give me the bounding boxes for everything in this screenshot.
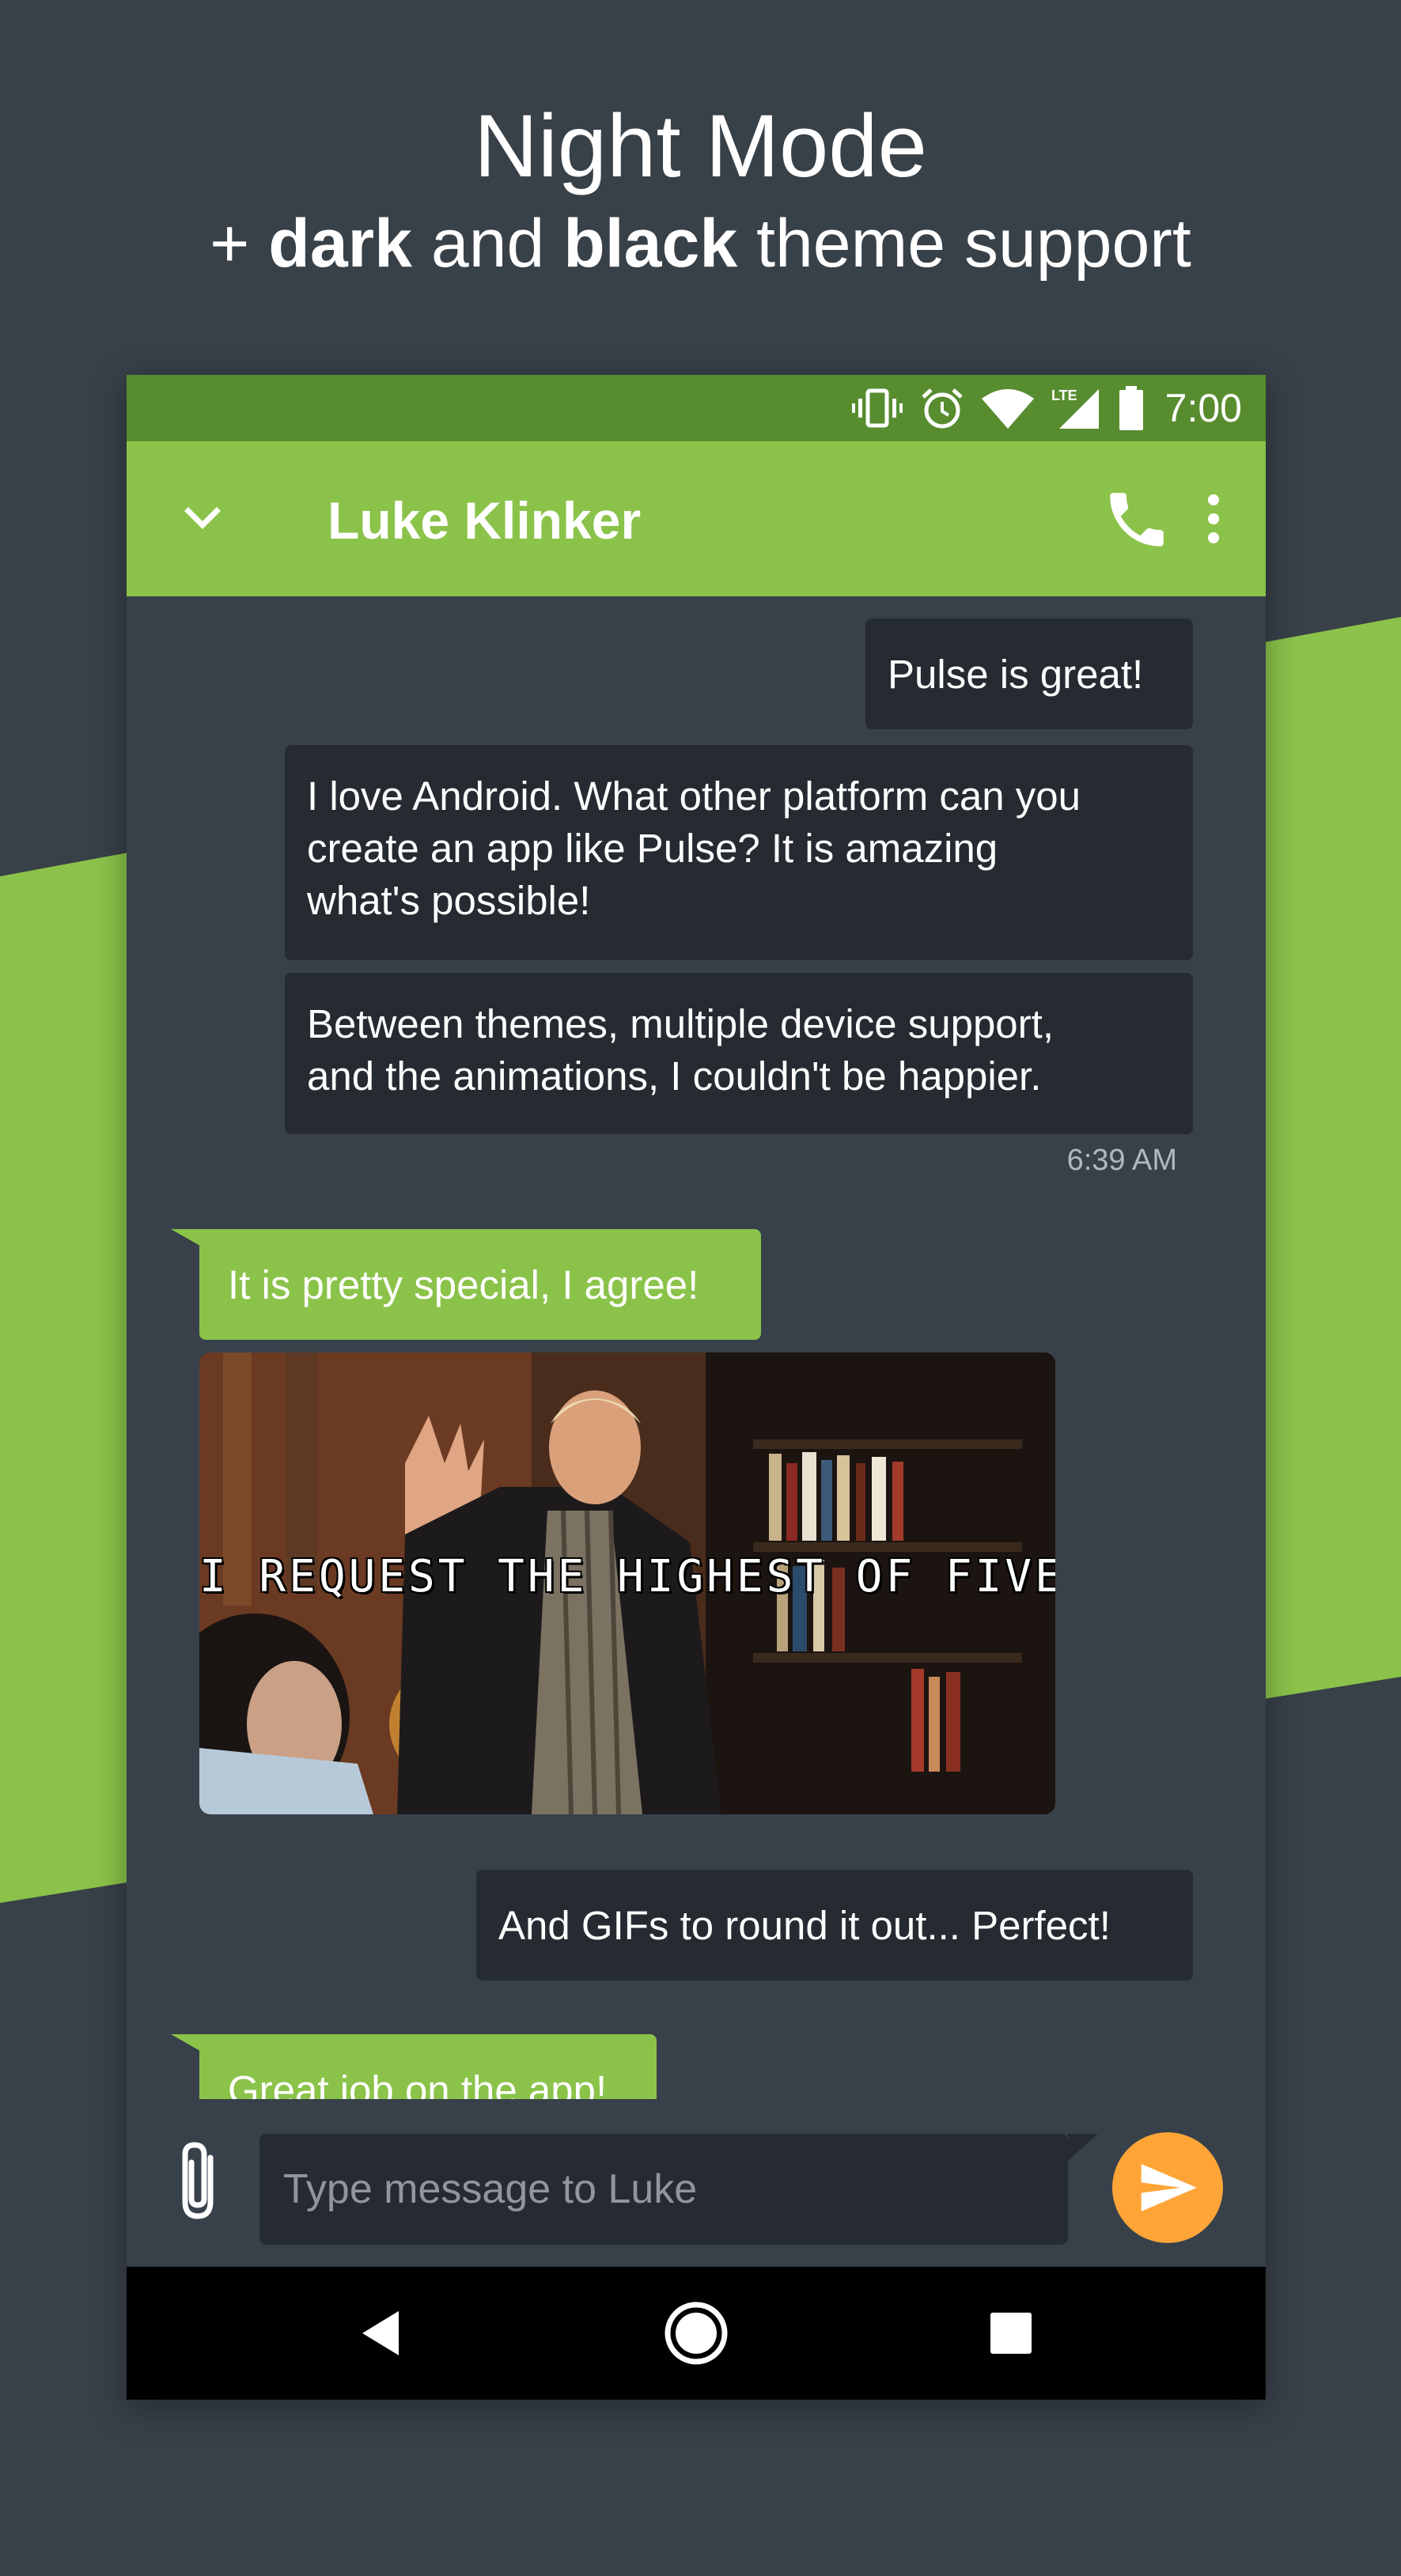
battery-icon — [1118, 386, 1145, 430]
message-line: and the animations, I couldn't be happie… — [307, 1053, 1042, 1099]
svg-text:LTE: LTE — [1051, 388, 1077, 403]
message-bubble-sent[interactable]: And GIFs to round it out... Perfect! — [476, 1870, 1193, 1980]
phone-icon[interactable] — [1101, 484, 1172, 555]
recents-icon[interactable] — [971, 2294, 1051, 2373]
send-button[interactable] — [1112, 2132, 1223, 2243]
lte-signal-icon: LTE — [1051, 386, 1100, 430]
message-text: Great job on the app! — [228, 2067, 608, 2099]
vibrate-icon — [851, 386, 903, 430]
status-time: 7:00 — [1164, 386, 1242, 430]
phone-screen: LTE 7:00 Luke Klinker Pulse is great! I … — [127, 375, 1266, 2400]
message-bubble-received[interactable]: It is pretty special, I agree! — [199, 1229, 761, 1340]
promo-subtitle: + dark and black theme support — [210, 206, 1191, 282]
chevron-down-icon[interactable] — [171, 487, 234, 550]
message-line: I love Android. What other platform can … — [307, 774, 1081, 819]
message-list[interactable]: Pulse is great! I love Android. What oth… — [127, 596, 1266, 2099]
wifi-icon — [981, 388, 1034, 429]
message-input-wrapper — [259, 2134, 1098, 2245]
message-text: Pulse is great! — [888, 652, 1144, 697]
conversation-toolbar: Luke Klinker — [127, 441, 1266, 596]
message-text: And GIFs to round it out... Perfect! — [498, 1903, 1111, 1948]
gif-message[interactable]: I REQUEST THE HIGHEST OF FIVES — [199, 1352, 1055, 1814]
paperclip-icon[interactable] — [165, 2139, 236, 2226]
message-bubble-received[interactable]: Great job on the app! — [199, 2034, 657, 2099]
home-icon[interactable] — [657, 2294, 736, 2373]
message-line: what's possible! — [307, 878, 591, 923]
contact-name: Luke Klinker — [328, 491, 642, 550]
send-icon — [1141, 2164, 1197, 2211]
status-bar: LTE 7:00 — [127, 375, 1266, 441]
message-timestamp: 6:39 AM — [1066, 1144, 1177, 1177]
system-nav-bar — [127, 2267, 1266, 2400]
promo-title: Night Mode — [474, 96, 927, 195]
input-tail — [1068, 2134, 1098, 2161]
more-vert-icon[interactable] — [1196, 487, 1231, 550]
message-input[interactable] — [259, 2134, 1068, 2245]
message-composer — [127, 2099, 1266, 2267]
message-bubble-sent[interactable]: Pulse is great! — [865, 618, 1193, 729]
message-line: Between themes, multiple device support, — [307, 1001, 1054, 1046]
gif-caption: I REQUEST THE HIGHEST OF FIVES — [199, 1551, 1055, 1602]
message-text: It is pretty special, I agree! — [228, 1262, 699, 1307]
message-bubble-sent[interactable]: Between themes, multiple device support,… — [285, 973, 1193, 1134]
back-icon[interactable] — [342, 2294, 421, 2373]
message-bubble-sent[interactable]: I love Android. What other platform can … — [285, 745, 1193, 960]
alarm-icon — [920, 386, 964, 430]
message-line: create an app like Pulse? It is amazing — [307, 826, 998, 871]
